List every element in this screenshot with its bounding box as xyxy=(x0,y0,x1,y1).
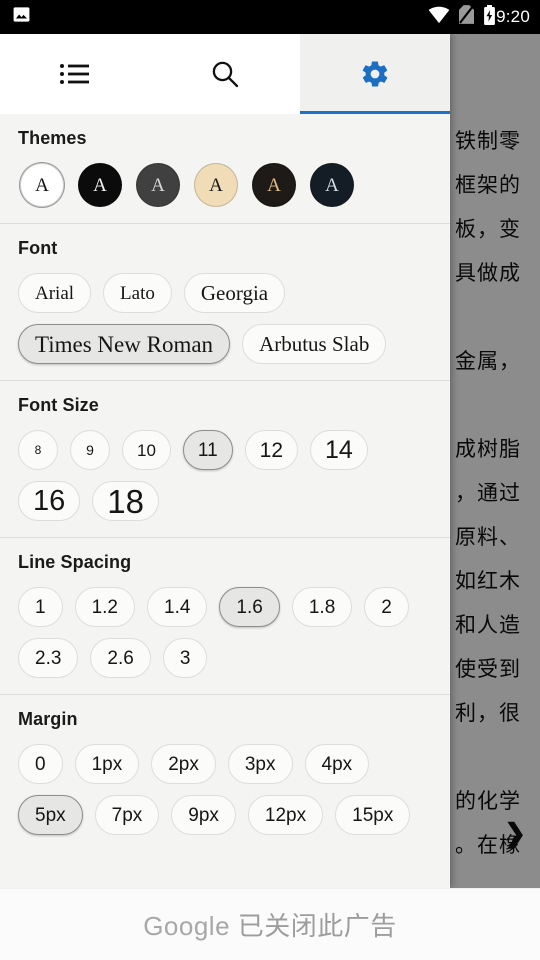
settings-panel: Themes A A A A A A Font Arial Lato Georgia Times Ne… xyxy=(0,34,450,888)
font-option[interactable]: Arial xyxy=(18,273,92,313)
ad-banner[interactable]: Google 已关闭此广告 xyxy=(0,888,540,960)
gear-icon xyxy=(360,59,390,89)
line-spacing-option[interactable]: 2.3 xyxy=(18,638,79,678)
line-spacing-option[interactable]: 1.4 xyxy=(147,587,208,627)
margin-option[interactable]: 9px xyxy=(171,795,236,835)
status-bar: 9:20 xyxy=(0,0,540,34)
screen: 9:20 铁制零 框架的 板，变 具做成 金属， 成树脂 ，通过 原料、 如红木… xyxy=(0,0,540,960)
search-icon xyxy=(210,59,240,89)
theme-option[interactable]: A xyxy=(136,163,180,207)
line-spacing-option[interactable]: 1 xyxy=(18,587,63,627)
margin-option[interactable]: 15px xyxy=(335,795,411,835)
margin-option[interactable]: 1px xyxy=(74,744,140,784)
theme-option-list: AAAAAA xyxy=(0,163,450,207)
line-spacing-option[interactable]: 1.6 xyxy=(219,587,280,627)
margin-option[interactable]: 5px xyxy=(18,795,83,835)
section-title-font-size: Font Size xyxy=(18,395,99,415)
theme-option[interactable]: A xyxy=(194,163,238,207)
margin-option[interactable]: 0 xyxy=(18,744,63,784)
line-spacing-option[interactable]: 2 xyxy=(364,587,409,627)
overlay-scrim[interactable] xyxy=(450,34,540,888)
font-size-option[interactable]: 8 xyxy=(18,430,58,470)
section-font-size: Font Size 8 9 10 11 12 14 16 18 xyxy=(0,380,450,537)
ad-text: 已关闭此广告 xyxy=(237,911,397,941)
theme-option[interactable]: A xyxy=(78,163,122,207)
battery-charging-icon xyxy=(483,4,496,30)
line-spacing-option[interactable]: 1.2 xyxy=(74,587,135,627)
clock: 9:20 xyxy=(496,7,530,26)
panel-tab-bar xyxy=(0,34,450,114)
status-bar-indicators xyxy=(428,4,496,30)
theme-option[interactable]: A xyxy=(252,163,296,207)
margin-option-list: 0 1px 2px 3px 4px 5px 7px 9px 12px 15px xyxy=(0,744,450,835)
font-option-list: Arial Lato Georgia Times New Roman Arbutus S… xyxy=(0,273,450,364)
font-size-option[interactable]: 16 xyxy=(18,481,81,521)
ad-message: Google 已关闭此广告 xyxy=(143,906,397,943)
line-spacing-option[interactable]: 1.8 xyxy=(291,587,353,627)
line-spacing-option-list: 1 1.2 1.4 1.6 1.8 2 2.3 2.6 3 xyxy=(0,587,450,678)
section-title-font: Font xyxy=(18,238,58,258)
section-font: Font Arial Lato Georgia Times New Roman Arbut… xyxy=(0,223,450,380)
tab-settings[interactable] xyxy=(300,34,450,114)
section-margin: Margin 0 1px 2px 3px 4px 5px 7px 9px 12px 15px xyxy=(0,694,450,851)
section-themes: Themes A A A A A A xyxy=(0,114,450,223)
font-size-option[interactable]: 9 xyxy=(70,430,110,470)
tab-search[interactable] xyxy=(150,34,300,114)
font-size-option[interactable]: 14 xyxy=(310,430,368,470)
font-option[interactable]: Georgia xyxy=(183,273,286,313)
font-option[interactable]: Times New Roman xyxy=(18,324,231,364)
margin-option[interactable]: 2px xyxy=(151,744,216,784)
font-size-option[interactable]: 12 xyxy=(244,430,299,470)
font-size-option[interactable]: 11 xyxy=(182,430,233,470)
theme-option[interactable]: A xyxy=(20,163,64,207)
margin-option[interactable]: 3px xyxy=(227,744,293,784)
no-sim-icon xyxy=(459,5,475,29)
line-spacing-option[interactable]: 2.6 xyxy=(90,638,151,678)
status-bar-notifications xyxy=(12,5,31,29)
wifi-icon xyxy=(428,6,450,29)
settings-sections: Themes A A A A A A Font Arial Lato Georgia Times Ne… xyxy=(0,114,450,851)
line-spacing-option[interactable]: 3 xyxy=(162,638,208,678)
font-size-option[interactable]: 18 xyxy=(92,481,159,521)
section-title-themes: Themes xyxy=(18,128,87,148)
font-size-option[interactable]: 10 xyxy=(122,430,171,470)
theme-option[interactable]: A xyxy=(310,163,354,207)
ad-brand: Google xyxy=(143,911,231,941)
list-icon xyxy=(59,61,91,87)
margin-option[interactable]: 4px xyxy=(304,744,370,784)
tab-contents[interactable] xyxy=(0,34,150,114)
font-option[interactable]: Arbutus Slab xyxy=(242,324,387,364)
section-title-line-spacing: Line Spacing xyxy=(18,552,132,572)
margin-option[interactable]: 12px xyxy=(247,795,324,835)
section-line-spacing: Line Spacing 1 1.2 1.4 1.6 1.8 2 2.3 2.6 3 xyxy=(0,537,450,694)
image-notification-icon xyxy=(12,5,31,29)
font-size-option-list: 8 9 10 11 12 14 16 18 xyxy=(0,430,450,521)
margin-option[interactable]: 7px xyxy=(94,795,160,835)
font-option[interactable]: Lato xyxy=(103,273,172,313)
section-title-margin: Margin xyxy=(18,709,78,729)
